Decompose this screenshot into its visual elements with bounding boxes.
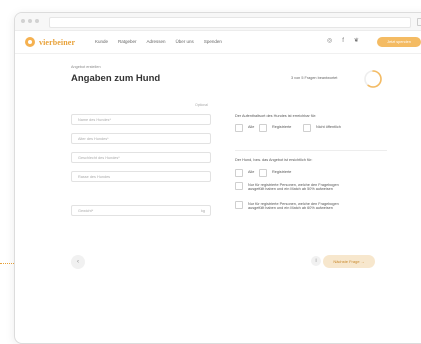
option-visibility-match-60[interactable]: Nur für registrierte Personen, welche de…: [235, 201, 339, 210]
checkbox[interactable]: [235, 124, 243, 132]
checkbox[interactable]: [235, 182, 243, 190]
option-label-line: ausgefüllt haben und ein Match ab 50% au…: [248, 187, 333, 191]
nav-link-ueber-uns[interactable]: Über uns: [176, 39, 194, 44]
brand-name: vierbeiner: [39, 37, 76, 47]
nav-link-adressen[interactable]: Adressen: [147, 39, 166, 44]
twitter-icon[interactable]: ❦: [354, 37, 359, 45]
nav-link-ratgeber[interactable]: Ratgeber: [118, 39, 137, 44]
donate-button[interactable]: Jetzt spenden: [377, 37, 421, 47]
option-visibility-all[interactable]: Alle: [235, 169, 255, 177]
browser-menu-icon[interactable]: [417, 18, 421, 26]
brand-logo[interactable]: vierbeiner: [25, 37, 75, 47]
option-label: Registrierte: [272, 125, 292, 129]
option-location-all[interactable]: Alle: [235, 124, 255, 132]
browser-chrome: [15, 13, 421, 31]
next-question-button[interactable]: Nächste Frage →: [323, 255, 375, 268]
weight-placeholder: Gewicht*: [78, 209, 94, 213]
option-label: Nicht öffentlich: [316, 125, 341, 129]
main-nav: Kunde Ratgeber Adressen Über uns Spenden: [95, 39, 222, 44]
question-visibility-label: Der Hund, bzw. das Angebot ist ersichtli…: [235, 158, 313, 162]
checkbox[interactable]: [259, 124, 267, 132]
site-header: vierbeiner Kunde Ratgeber Adressen Über …: [15, 31, 421, 54]
arrow-right-icon: →: [360, 259, 365, 264]
nav-link-spenden[interactable]: Spenden: [204, 39, 222, 44]
help-button[interactable]: i: [311, 256, 321, 266]
checkbox[interactable]: [235, 169, 243, 177]
option-visibility-registered[interactable]: Registrierte: [259, 169, 292, 177]
dog-age-field[interactable]: Alter des Hundes*: [71, 133, 211, 144]
checkbox[interactable]: [235, 201, 243, 209]
user-icon[interactable]: ◎: [327, 37, 332, 45]
nav-icons: ◎ f ❦: [327, 37, 359, 45]
checkbox[interactable]: [303, 124, 311, 132]
progress-text: 3 von 5 Fragen beantwortet: [291, 76, 338, 80]
next-label: Nächste Frage: [333, 259, 360, 264]
page-title: Angaben zum Hund: [71, 73, 161, 84]
question-location-label: Der Aufenthaltsort des Hundes ist erreic…: [235, 114, 317, 118]
option-label: Alle: [248, 125, 255, 129]
option-label: Alle: [248, 170, 255, 174]
option-label-line: ausgefüllt haben und ein Match ab 60% au…: [248, 206, 333, 210]
info-icon: i: [315, 258, 317, 264]
option-label: Nur für registrierte Personen, welche de…: [248, 183, 339, 191]
address-bar[interactable]: [49, 17, 411, 28]
checkbox[interactable]: [259, 169, 267, 177]
weight-unit: kg: [200, 209, 205, 213]
decorative-dotted-line: [0, 263, 14, 265]
optional-hint: Optional: [195, 103, 209, 107]
dog-gender-field[interactable]: Geschlecht des Hundes*: [71, 152, 211, 163]
nav-link-kunde[interactable]: Kunde: [95, 39, 108, 44]
option-label: Registrierte: [272, 170, 292, 174]
progress-ring: [364, 70, 382, 88]
option-location-registered[interactable]: Registrierte: [259, 124, 292, 132]
facebook-icon[interactable]: f: [342, 37, 344, 45]
breadcrumb: Angebot erstellen: [71, 65, 101, 69]
browser-window: vierbeiner Kunde Ratgeber Adressen Über …: [14, 12, 421, 344]
option-label: Nur für registrierte Personen, welche de…: [248, 202, 339, 210]
option-location-private[interactable]: Nicht öffentlich: [303, 124, 341, 132]
paw-logo-icon: [25, 37, 35, 47]
arrow-left-icon: ‹: [77, 259, 79, 265]
option-visibility-match-50[interactable]: Nur für registrierte Personen, welche de…: [235, 182, 339, 191]
back-button[interactable]: ‹: [71, 255, 85, 269]
dog-breed-field[interactable]: Rasse des Hundes: [71, 171, 211, 182]
dog-weight-field[interactable]: Gewicht* kg: [71, 205, 211, 216]
section-divider: [235, 150, 387, 151]
window-dots: [21, 19, 39, 23]
dog-name-field[interactable]: Name des Hundes*: [71, 114, 211, 125]
